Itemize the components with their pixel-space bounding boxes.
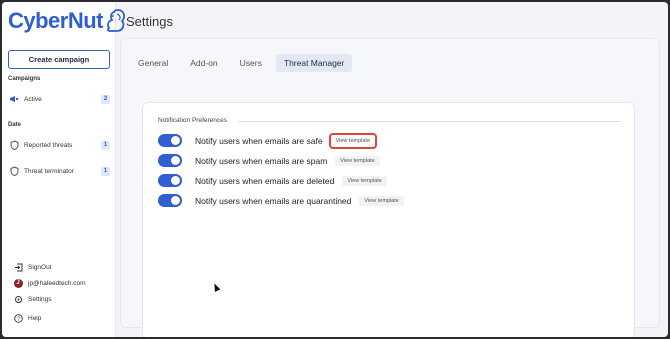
count-badge: 1 <box>101 140 110 150</box>
tab-users[interactable]: Users <box>232 54 270 72</box>
avatar: J <box>13 278 23 288</box>
app-window: CyberNut Create campaign Campaigns Activ… <box>2 2 668 337</box>
tab-threat-manager[interactable]: Threat Manager <box>275 54 353 72</box>
megaphone-icon <box>8 93 20 105</box>
settings-label: Settings <box>28 295 52 303</box>
divider <box>238 121 621 122</box>
page-title: Settings <box>126 14 173 29</box>
view-template-button[interactable]: View template <box>359 195 404 206</box>
help-link[interactable]: ? Help <box>13 313 41 323</box>
toggle-knob <box>171 136 180 145</box>
card-title: Notification Preferences <box>158 117 228 124</box>
pref-label: Notify users when emails are deleted <box>195 175 335 186</box>
toggle-knob <box>171 196 180 205</box>
shield-icon <box>8 139 20 151</box>
pref-label: Notify users when emails are safe <box>195 135 323 146</box>
toggle-switch[interactable] <box>158 154 182 167</box>
account-email: jp@haleedtech.com <box>28 279 86 287</box>
help-icon: ? <box>13 313 23 323</box>
logo: CyberNut <box>8 8 126 34</box>
pref-row-spam: Notify users when emails are spam View t… <box>158 154 380 167</box>
sidebar-item-label: Reported threats <box>24 141 73 149</box>
toggle-switch[interactable] <box>158 174 182 187</box>
settings-link[interactable]: Settings <box>13 294 52 304</box>
campaigns-section-label: Campaigns <box>8 76 41 82</box>
signout-link[interactable]: SignOut <box>13 262 52 272</box>
tab-bar: General Add-on Users Threat Manager <box>130 54 358 72</box>
sidebar-item-active[interactable]: Active 2 <box>8 91 110 107</box>
squirrel-icon <box>107 9 125 32</box>
notification-preferences-card: Notification Preferences Notify users wh… <box>142 102 635 337</box>
pref-label: Notify users when emails are quarantined <box>195 195 352 206</box>
sidebar-item-label: Threat terminator <box>24 167 74 175</box>
toggle-switch[interactable] <box>158 134 182 147</box>
tab-add-on[interactable]: Add-on <box>182 54 225 72</box>
date-section-label: Date <box>8 122 22 128</box>
signout-label: SignOut <box>28 263 52 271</box>
sidebar: CyberNut Create campaign Campaigns Activ… <box>2 2 125 337</box>
signout-icon <box>13 262 23 272</box>
svg-text:?: ? <box>16 316 19 322</box>
help-label: Help <box>28 314 42 322</box>
toggle-knob <box>171 176 180 185</box>
sidebar-item-label: Active <box>24 95 42 103</box>
shield-icon <box>8 165 20 177</box>
account-link[interactable]: J jp@haleedtech.com <box>13 278 86 288</box>
pref-row-quarantined: Notify users when emails are quarantined… <box>158 194 404 207</box>
pref-row-safe: Notify users when emails are safe View t… <box>158 132 378 149</box>
create-campaign-button[interactable]: Create campaign <box>8 50 110 69</box>
brand-name: CyberNut <box>8 8 104 33</box>
gear-icon <box>13 294 23 304</box>
sidebar-item-reported-threats[interactable]: Reported threats 1 <box>8 137 110 153</box>
view-template-button[interactable]: View template <box>342 175 387 186</box>
view-template-button[interactable]: View template <box>328 132 378 149</box>
toggle-knob <box>171 156 180 165</box>
view-template-button[interactable]: View template <box>335 155 380 166</box>
count-badge: 2 <box>101 94 110 104</box>
sidebar-item-threat-terminator[interactable]: Threat terminator 1 <box>8 163 110 179</box>
count-badge: 1 <box>101 166 110 176</box>
tab-general[interactable]: General <box>130 54 176 72</box>
avatar-wrapper: J <box>13 278 23 288</box>
toggle-switch[interactable] <box>158 194 182 207</box>
pref-row-deleted: Notify users when emails are deleted Vie… <box>158 174 387 187</box>
pref-label: Notify users when emails are spam <box>195 155 328 166</box>
